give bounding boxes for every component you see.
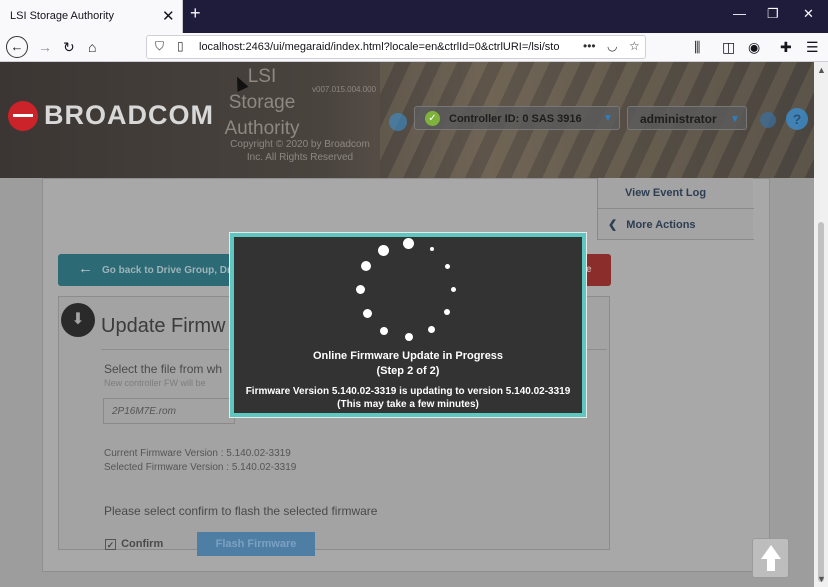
url-bar[interactable]: ⛉ ▯ localhost:2463/ui/megaraid/index.htm… bbox=[146, 35, 646, 59]
chevron-down-icon: ▼ bbox=[603, 113, 613, 124]
shield-icon[interactable]: ⛉ bbox=[155, 39, 164, 54]
spinner-dot bbox=[444, 309, 450, 315]
close-window-button[interactable]: ✕ bbox=[803, 6, 814, 22]
arrow-left-icon: ← bbox=[78, 260, 93, 277]
cancel-action-label: e bbox=[586, 264, 592, 275]
app-copyright: Copyright © 2020 by Broadcom Inc. All Ri… bbox=[230, 139, 370, 163]
brand-logo: BROADCOM bbox=[8, 100, 214, 131]
library-icon[interactable]: ⫼ bbox=[694, 39, 700, 56]
spinner-dot bbox=[445, 264, 450, 269]
browser-tab[interactable]: LSI Storage Authority ✕ bbox=[0, 0, 183, 33]
new-tab-button[interactable]: + bbox=[190, 3, 201, 24]
star-icon[interactable]: ☆ bbox=[629, 39, 640, 53]
check-icon: ✓ bbox=[425, 111, 440, 126]
firmware-update-progress-dialog: Online Firmware Update in Progress (Step… bbox=[230, 233, 586, 417]
back-icon[interactable]: ← bbox=[6, 36, 28, 58]
brand-name: BROADCOM bbox=[44, 100, 214, 130]
url-text[interactable]: localhost:2463/ui/megaraid/index.html?lo… bbox=[199, 41, 577, 53]
progress-step: (Step 2 of 2) bbox=[376, 365, 440, 377]
confirm-checkbox[interactable]: ✓ Confirm bbox=[105, 538, 163, 550]
help-icon[interactable]: ? bbox=[786, 108, 808, 130]
loading-spinner-icon bbox=[234, 237, 582, 347]
app-version: v007.015.004.000 bbox=[312, 85, 377, 94]
page-icon[interactable]: ▯ bbox=[177, 39, 184, 53]
side-menu: View Event Log ❮ More Actions bbox=[597, 178, 754, 240]
browser-nav-bar: ← → ↻ ⌂ ⛉ ▯ localhost:2463/ui/megaraid/i… bbox=[0, 33, 828, 62]
account-icon[interactable]: ◉ bbox=[748, 39, 760, 56]
pocket-icon[interactable]: ◡ bbox=[607, 39, 617, 53]
tab-title: LSI Storage Authority bbox=[10, 10, 114, 22]
arrow-up-icon bbox=[761, 545, 781, 559]
checkbox-checked-icon[interactable]: ✓ bbox=[105, 539, 116, 550]
spinner-dot bbox=[356, 285, 365, 294]
card-title: Update Firmw bbox=[101, 315, 226, 337]
browser-tab-bar: LSI Storage Authority ✕ + — ❐ ✕ bbox=[0, 0, 828, 33]
forward-icon[interactable]: → bbox=[38, 39, 52, 55]
menu-icon[interactable]: ☰ bbox=[806, 39, 819, 56]
spinner-dot bbox=[428, 326, 435, 333]
home-icon[interactable]: ⌂ bbox=[88, 39, 96, 55]
user-name: administrator bbox=[640, 112, 717, 126]
back-bar-label: Go back to Drive Group, Dr bbox=[102, 265, 231, 276]
restore-button[interactable]: ❐ bbox=[767, 6, 779, 22]
flash-firmware-button[interactable]: Flash Firmware bbox=[197, 532, 315, 556]
spinner-dot bbox=[380, 327, 388, 335]
spinner-dot bbox=[405, 333, 413, 341]
progress-title: Online Firmware Update in Progress (Step… bbox=[234, 349, 582, 379]
app-title: LSI Storage Authority bbox=[224, 66, 300, 139]
view-event-log-link[interactable]: View Event Log bbox=[598, 178, 754, 209]
select-file-hint: New controller FW will be bbox=[104, 378, 206, 388]
scroll-up-icon[interactable]: ▲ bbox=[817, 65, 826, 75]
broadcom-logo-icon bbox=[8, 100, 38, 131]
spinner-dot bbox=[363, 309, 372, 318]
scroll-thumb[interactable] bbox=[818, 222, 824, 582]
app-header: BROADCOM LSI Storage Authority v007.015.… bbox=[0, 62, 814, 178]
chevron-down-icon: ▼ bbox=[730, 114, 740, 125]
minimize-button[interactable]: — bbox=[733, 6, 746, 21]
scroll-to-top-button[interactable] bbox=[752, 538, 789, 578]
scroll-down-icon[interactable]: ▼ bbox=[817, 574, 826, 584]
select-file-text: Select the file from wh bbox=[104, 362, 223, 376]
controller-label: Controller ID: 0 SAS 3916 bbox=[449, 113, 582, 125]
chevron-left-icon: ❮ bbox=[608, 219, 618, 231]
selected-version-text: Selected Firmware Version : 5.140.02-331… bbox=[104, 462, 297, 473]
spinner-dot bbox=[451, 287, 456, 292]
more-icon[interactable]: ••• bbox=[583, 39, 596, 53]
reload-icon[interactable]: ↻ bbox=[63, 39, 75, 56]
spinner-dot bbox=[430, 247, 434, 251]
user-menu[interactable]: administrator ▼ bbox=[627, 106, 747, 130]
more-actions-link[interactable]: ❮ More Actions bbox=[598, 209, 754, 240]
page-scrollbar[interactable]: ▲ ▼ bbox=[814, 62, 828, 587]
progress-message: Firmware Version 5.140.02-3319 is updati… bbox=[234, 385, 582, 411]
spinner-dot bbox=[403, 238, 414, 249]
confirm-label: Confirm bbox=[121, 538, 164, 550]
file-name-field[interactable]: 2P16M7E.rom bbox=[103, 398, 235, 424]
tab-close-icon[interactable]: ✕ bbox=[162, 7, 175, 25]
firmware-icon: ⬇ bbox=[61, 303, 95, 337]
sidebar-icon[interactable]: ◫ bbox=[722, 39, 735, 56]
notification-icon[interactable] bbox=[760, 112, 776, 128]
confirm-hint: Please select confirm to flash the selec… bbox=[104, 504, 378, 518]
cancel-action-button[interactable]: e bbox=[584, 254, 611, 286]
spinner-dot bbox=[361, 261, 371, 271]
controller-select[interactable]: ✓ Controller ID: 0 SAS 3916 ▼ bbox=[414, 106, 620, 130]
app-home-icon[interactable] bbox=[389, 113, 407, 131]
progress-note: (This may take a few minutes) bbox=[337, 399, 479, 410]
current-version-text: Current Firmware Version : 5.140.02-3319 bbox=[104, 448, 291, 459]
extension-icon[interactable]: ✚ bbox=[780, 39, 792, 56]
spinner-dot bbox=[378, 245, 389, 256]
